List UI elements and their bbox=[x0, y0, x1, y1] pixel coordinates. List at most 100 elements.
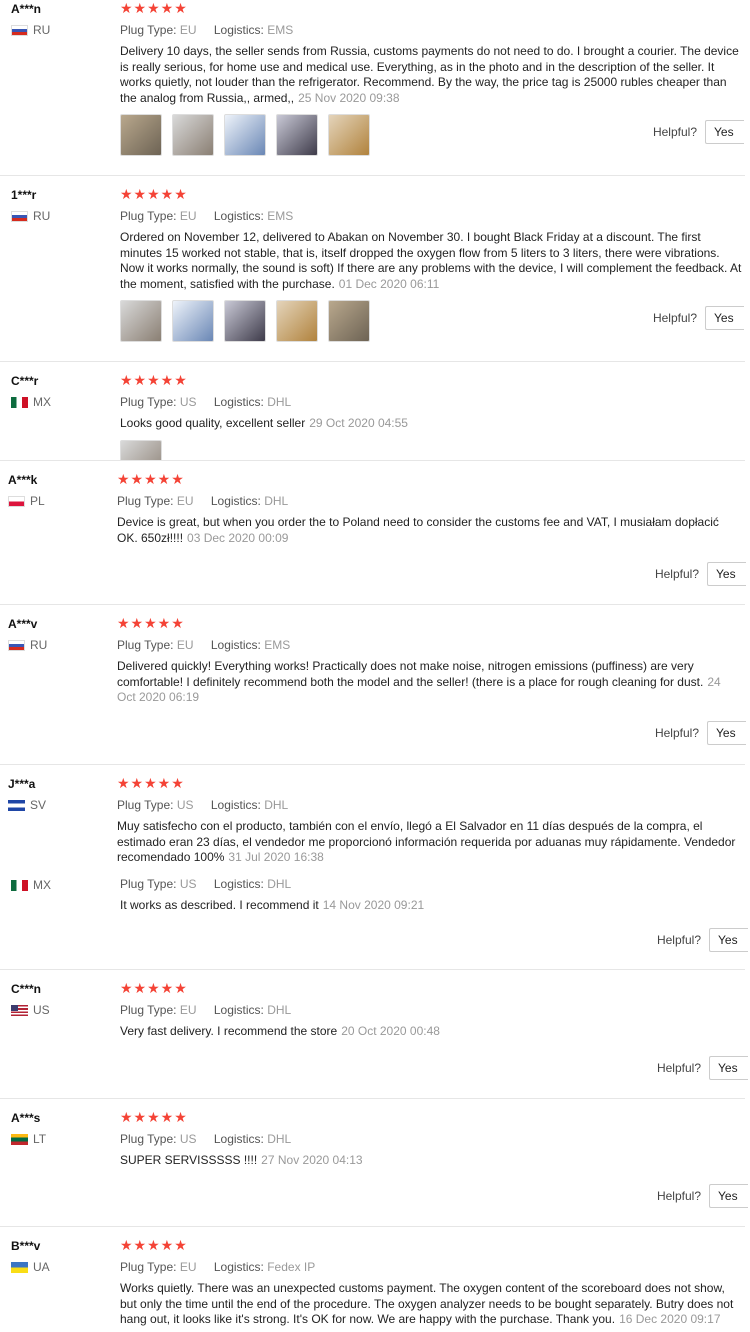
review-item: A***n RU ★★★★★ Plug Type: EU Logistics: … bbox=[0, 0, 750, 176]
review-photo-thumbnail[interactable] bbox=[120, 440, 162, 461]
review-date: 20 Oct 2020 00:48 bbox=[341, 1024, 440, 1038]
flag-icon bbox=[11, 1133, 28, 1145]
helpful-yes-button[interactable]: Yes bbox=[705, 120, 744, 144]
flag-icon bbox=[11, 210, 28, 222]
review-photo-thumbnail[interactable] bbox=[224, 114, 266, 156]
review-photo-thumbnail[interactable] bbox=[328, 114, 370, 156]
review-date: 29 Oct 2020 04:55 bbox=[309, 416, 408, 430]
review-meta: Plug Type: EU Logistics: DHL bbox=[120, 1003, 292, 1017]
helpful-yes-button[interactable]: Yes bbox=[707, 721, 746, 745]
reviewer-country: PL bbox=[8, 494, 45, 508]
review-photos bbox=[120, 440, 162, 461]
flag-icon bbox=[11, 1261, 28, 1273]
reviewer-country: RU bbox=[11, 209, 50, 223]
reviewer-name: A***v bbox=[8, 617, 38, 631]
review-date: 27 Nov 2020 04:13 bbox=[261, 1153, 363, 1167]
star-rating: ★★★★★ bbox=[120, 372, 188, 388]
review-item: A***v RU ★★★★★ Plug Type: EU Logistics: … bbox=[0, 605, 750, 765]
review-text: Delivered quickly! Everything works! Pra… bbox=[117, 659, 721, 704]
review-meta: Plug Type: EU Logistics: EMS bbox=[120, 23, 294, 37]
reviewer-name: 1***r bbox=[11, 188, 37, 202]
star-rating: ★★★★★ bbox=[120, 980, 188, 996]
helpful-yes-button[interactable]: Yes bbox=[709, 1184, 748, 1208]
review-date: 25 Nov 2020 09:38 bbox=[298, 90, 400, 105]
reviewer-country: UA bbox=[11, 1260, 50, 1274]
review-meta: Plug Type: US Logistics: DHL bbox=[120, 877, 292, 891]
review-text: Looks good quality, excellent seller 29 O… bbox=[120, 416, 408, 430]
reviewer-name: J***a bbox=[8, 777, 36, 791]
reviewer-country: LT bbox=[11, 1132, 46, 1146]
helpful-widget: Helpful? Yes bbox=[653, 120, 744, 144]
reviewer-name: A***n bbox=[11, 2, 42, 16]
review-text: Works quietly. There was an unexpected c… bbox=[120, 1281, 734, 1326]
helpful-widget: Helpful? Yes bbox=[655, 562, 746, 586]
review-meta: Plug Type: US Logistics: DHL bbox=[120, 1132, 292, 1146]
star-rating: ★★★★★ bbox=[120, 1109, 188, 1125]
star-rating: ★★★★★ bbox=[120, 186, 188, 202]
helpful-yes-button[interactable]: Yes bbox=[705, 306, 744, 330]
review-photo-thumbnail[interactable] bbox=[276, 114, 318, 156]
review-item: A***s LT ★★★★★ Plug Type: US Logistics: … bbox=[0, 1099, 750, 1227]
review-meta: Plug Type: US Logistics: DHL bbox=[120, 395, 292, 409]
review-item: A***k PL ★★★★★ Plug Type: EU Logistics: … bbox=[0, 461, 750, 605]
helpful-widget: Helpful? Yes bbox=[657, 1056, 748, 1080]
review-photo-thumbnail[interactable] bbox=[276, 300, 318, 342]
reviewer-name: A***k bbox=[8, 473, 38, 487]
review-text: Muy satisfecho con el producto, también … bbox=[117, 819, 736, 864]
review-meta: Plug Type: EU Logistics: DHL bbox=[117, 494, 289, 508]
review-date: 03 Dec 2020 00:09 bbox=[187, 530, 289, 545]
review-photos bbox=[120, 114, 370, 156]
review-item: C***r MX ★★★★★ Plug Type: US Logistics: … bbox=[0, 362, 750, 461]
review-text: Very fast delivery. I recommend the stor… bbox=[120, 1024, 440, 1038]
helpful-widget: Helpful? Yes bbox=[653, 306, 744, 330]
helpful-widget: Helpful? Yes bbox=[655, 721, 746, 745]
flag-icon bbox=[8, 495, 25, 507]
reviewer-country: RU bbox=[8, 638, 47, 652]
flag-icon bbox=[11, 1004, 28, 1016]
helpful-yes-button[interactable]: Yes bbox=[709, 928, 748, 952]
review-text: Device is great, but when you order the … bbox=[117, 515, 719, 545]
reviewer-country: SV bbox=[8, 798, 46, 812]
review-item: MX Plug Type: US Logistics: DHL It works… bbox=[0, 869, 750, 970]
helpful-yes-button[interactable]: Yes bbox=[709, 1056, 748, 1080]
helpful-widget: Helpful? Yes bbox=[657, 928, 748, 952]
star-rating: ★★★★★ bbox=[117, 775, 185, 791]
review-photo-thumbnail[interactable] bbox=[224, 300, 266, 342]
review-meta: Plug Type: EU Logistics: Fedex IP bbox=[120, 1260, 316, 1274]
flag-icon bbox=[11, 879, 28, 891]
star-rating: ★★★★★ bbox=[120, 0, 188, 16]
star-rating: ★★★★★ bbox=[120, 1237, 188, 1253]
review-meta: Plug Type: US Logistics: DHL bbox=[117, 798, 289, 812]
reviewer-name: C***r bbox=[11, 374, 39, 388]
review-text: SUPER SERVISSSSS !!!! 27 Nov 2020 04:13 bbox=[120, 1153, 363, 1167]
flag-icon bbox=[8, 799, 25, 811]
review-photos bbox=[120, 300, 370, 342]
review-date: 14 Nov 2020 09:21 bbox=[322, 898, 425, 912]
flag-icon bbox=[11, 396, 28, 408]
flag-icon bbox=[11, 24, 28, 36]
review-date: 31 Jul 2020 16:38 bbox=[228, 850, 324, 864]
review-date: 01 Dec 2020 06:11 bbox=[338, 276, 440, 291]
reviewer-country: US bbox=[11, 1003, 50, 1017]
review-meta: Plug Type: EU Logistics: EMS bbox=[120, 209, 294, 223]
reviewer-name: A***s bbox=[11, 1111, 41, 1125]
review-photo-thumbnail[interactable] bbox=[172, 300, 214, 342]
review-item: C***n US ★★★★★ Plug Type: EU Logistics: … bbox=[0, 970, 750, 1099]
review-text: Ordered on November 12, delivered to Aba… bbox=[120, 230, 742, 291]
reviewer-name: B***v bbox=[11, 1239, 41, 1253]
review-text: It works as described. I recommend it 14 … bbox=[120, 898, 425, 912]
review-photo-thumbnail[interactable] bbox=[172, 114, 214, 156]
reviewer-country: MX bbox=[11, 395, 51, 409]
helpful-yes-button[interactable]: Yes bbox=[707, 562, 746, 586]
review-photo-thumbnail[interactable] bbox=[120, 300, 162, 342]
reviewer-country: MX bbox=[11, 878, 51, 892]
star-rating: ★★★★★ bbox=[117, 615, 185, 631]
review-photo-thumbnail[interactable] bbox=[120, 114, 162, 156]
review-item: J***a SV ★★★★★ Plug Type: US Logistics: … bbox=[0, 765, 750, 869]
review-meta: Plug Type: EU Logistics: EMS bbox=[117, 638, 291, 652]
helpful-widget: Helpful? Yes bbox=[657, 1184, 748, 1208]
review-date: 16 Dec 2020 09:17 bbox=[619, 1312, 721, 1326]
reviewer-country: RU bbox=[11, 23, 50, 37]
review-photo-thumbnail[interactable] bbox=[328, 300, 370, 342]
flag-icon bbox=[8, 639, 25, 651]
